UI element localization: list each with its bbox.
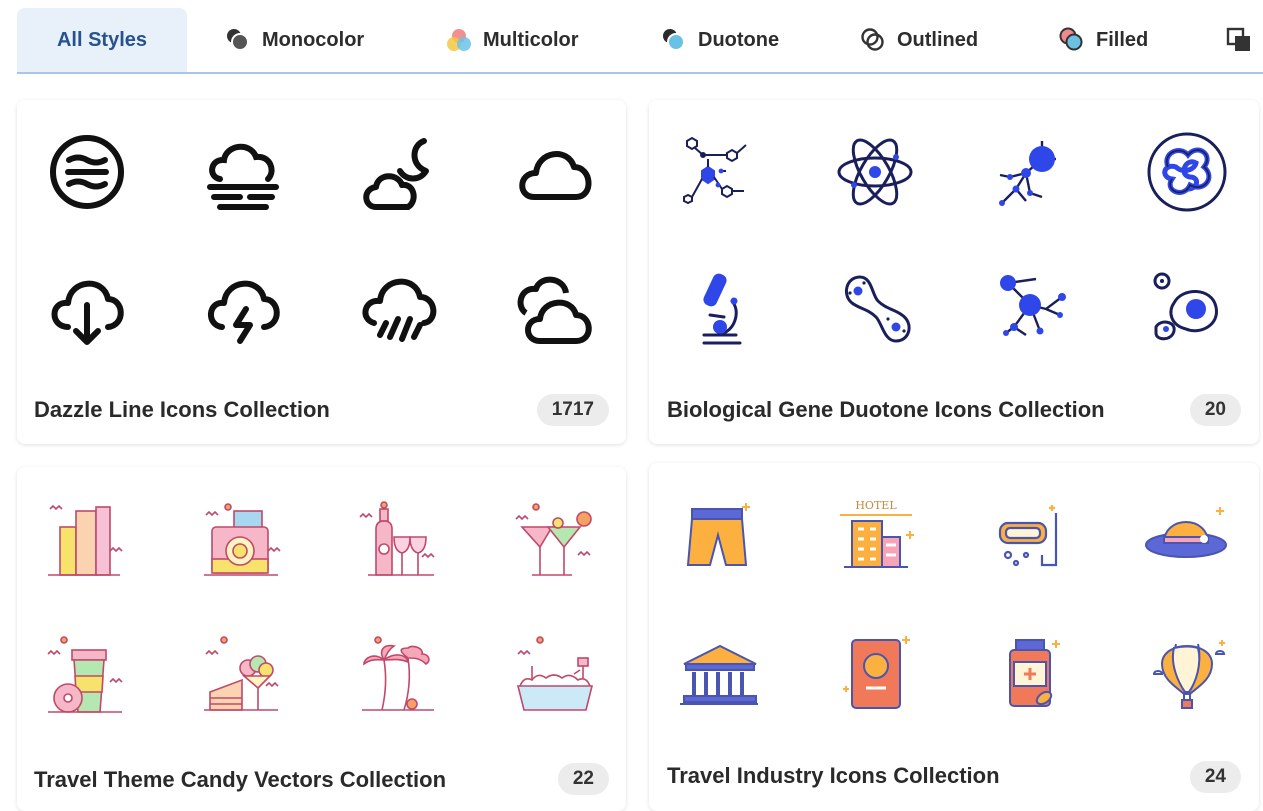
duotone-icon — [663, 29, 685, 51]
icon-cell[interactable] — [986, 630, 1076, 720]
palm-trees-icon — [362, 636, 434, 711]
cells-icon — [1153, 272, 1218, 341]
tab-all-styles[interactable]: All Styles — [17, 8, 187, 72]
hot-air-balloon-icon — [1152, 640, 1226, 709]
wind-circle-icon — [50, 135, 124, 209]
cloud-icon — [519, 151, 592, 200]
molecule-nodes-icon — [999, 141, 1056, 206]
icon-cell[interactable] — [1142, 127, 1232, 217]
icon-cell[interactable] — [42, 265, 132, 355]
collection-title[interactable]: Travel Theme Candy Vectors Collection — [34, 767, 446, 793]
buildings-icon — [48, 504, 123, 576]
camera-icon — [204, 503, 281, 576]
icon-cell[interactable] — [674, 265, 764, 355]
count-badge: 24 — [1189, 761, 1241, 793]
multicolor-icon — [447, 29, 471, 51]
tab-label: All Styles — [56, 28, 148, 51]
icon-cell[interactable] — [354, 632, 444, 722]
icon-cell[interactable] — [986, 493, 1076, 583]
tab-outlined[interactable]: Outlined — [859, 8, 978, 72]
style-tabs: All Styles Monocolor Multicolor Duotone … — [0, 0, 1263, 74]
coffee-donut-icon — [47, 636, 123, 713]
icon-cell[interactable] — [42, 497, 132, 587]
dna-circle-icon — [1147, 132, 1227, 212]
rain-cloud-icon — [362, 278, 437, 342]
icon-cell[interactable] — [986, 265, 1076, 355]
museum-icon — [680, 644, 758, 705]
fog-cloud-icon — [207, 143, 279, 210]
double-cloud-icon — [517, 276, 592, 344]
hotel-icon: HOTEL — [840, 499, 914, 568]
icon-cell[interactable] — [1142, 630, 1232, 720]
icon-cell[interactable] — [674, 630, 764, 720]
tab-filled[interactable]: Filled — [1058, 8, 1148, 72]
microscope-icon — [702, 273, 742, 345]
icon-cell[interactable] — [354, 265, 444, 355]
tab-more-styles[interactable] — [1226, 8, 1262, 72]
count-badge: 20 — [1189, 394, 1241, 426]
atom-icon — [837, 138, 913, 206]
passport-icon — [843, 636, 910, 709]
cocktails-icon — [515, 503, 592, 576]
collection-title[interactable]: Travel Industry Icons Collection — [667, 763, 1000, 789]
tabs-divider — [17, 72, 1263, 74]
icon-cell[interactable] — [354, 127, 444, 217]
tab-label: Outlined — [897, 28, 979, 51]
molecule-network-icon — [1000, 275, 1066, 336]
collection-card-travel-candy[interactable]: Travel Theme Candy Vectors Collection 22 — [17, 467, 626, 811]
icon-cell[interactable]: HOTEL — [830, 493, 920, 583]
monocolor-icon — [227, 29, 249, 51]
count-badge: 22 — [557, 763, 609, 795]
wine-glasses-icon — [359, 501, 435, 576]
sun-hat-icon — [1145, 507, 1227, 558]
tab-duotone[interactable]: Duotone — [660, 8, 779, 72]
icon-cell[interactable] — [830, 265, 920, 355]
icon-cell[interactable] — [42, 127, 132, 217]
medicine-bottle-icon — [1009, 639, 1060, 707]
thunder-cloud-icon — [208, 280, 280, 344]
icon-cell[interactable] — [198, 497, 288, 587]
icon-cell[interactable] — [830, 630, 920, 720]
filled-icon — [1059, 27, 1083, 51]
icon-cell[interactable] — [674, 493, 764, 583]
outlined-icon — [861, 28, 884, 51]
icon-cell[interactable] — [1142, 493, 1232, 583]
cloud-download-icon — [51, 280, 124, 345]
collection-title[interactable]: Biological Gene Duotone Icons Collection — [667, 397, 1105, 423]
svg-text:HOTEL: HOTEL — [855, 499, 897, 512]
icon-cell[interactable] — [198, 632, 288, 722]
icon-cell[interactable] — [354, 497, 444, 587]
cell-division-icon — [844, 275, 911, 343]
icon-cell[interactable] — [830, 127, 920, 217]
collection-title[interactable]: Dazzle Line Icons Collection — [34, 397, 330, 423]
icon-cell[interactable] — [510, 497, 600, 587]
icon-cell[interactable] — [986, 127, 1076, 217]
tab-multicolor[interactable]: Multicolor — [445, 8, 579, 72]
collection-card-travel-industry[interactable]: HOTEL Travel Industry Icons Collection 2… — [649, 463, 1259, 811]
icon-cell[interactable] — [198, 265, 288, 355]
icon-cell[interactable] — [674, 127, 764, 217]
icon-cell[interactable] — [1142, 265, 1232, 355]
icon-cell[interactable] — [510, 632, 600, 722]
tab-label: Multicolor — [483, 28, 579, 51]
icon-cell[interactable] — [510, 127, 600, 217]
cake-icecream-icon — [204, 636, 279, 711]
bathtub-icon — [516, 636, 594, 711]
layered-squares-icon — [1226, 27, 1250, 51]
snorkel-mask-icon — [998, 505, 1058, 567]
icon-cell[interactable] — [42, 632, 132, 722]
tab-monocolor[interactable]: Monocolor — [224, 8, 364, 72]
collection-card-dazzle-line[interactable]: Dazzle Line Icons Collection 1717 — [17, 100, 626, 444]
tab-label: Duotone — [698, 28, 780, 51]
icon-cell[interactable] — [198, 127, 288, 217]
tab-label: Monocolor — [262, 28, 365, 51]
tab-label: Filled — [1096, 28, 1149, 51]
collection-card-biological-gene[interactable]: Biological Gene Duotone Icons Collection… — [649, 100, 1259, 444]
count-badge: 1717 — [536, 394, 609, 426]
moon-cloud-icon — [363, 138, 429, 210]
swim-shorts-icon — [686, 503, 750, 566]
icon-cell[interactable] — [510, 265, 600, 355]
molecule-structure-icon — [683, 136, 747, 205]
